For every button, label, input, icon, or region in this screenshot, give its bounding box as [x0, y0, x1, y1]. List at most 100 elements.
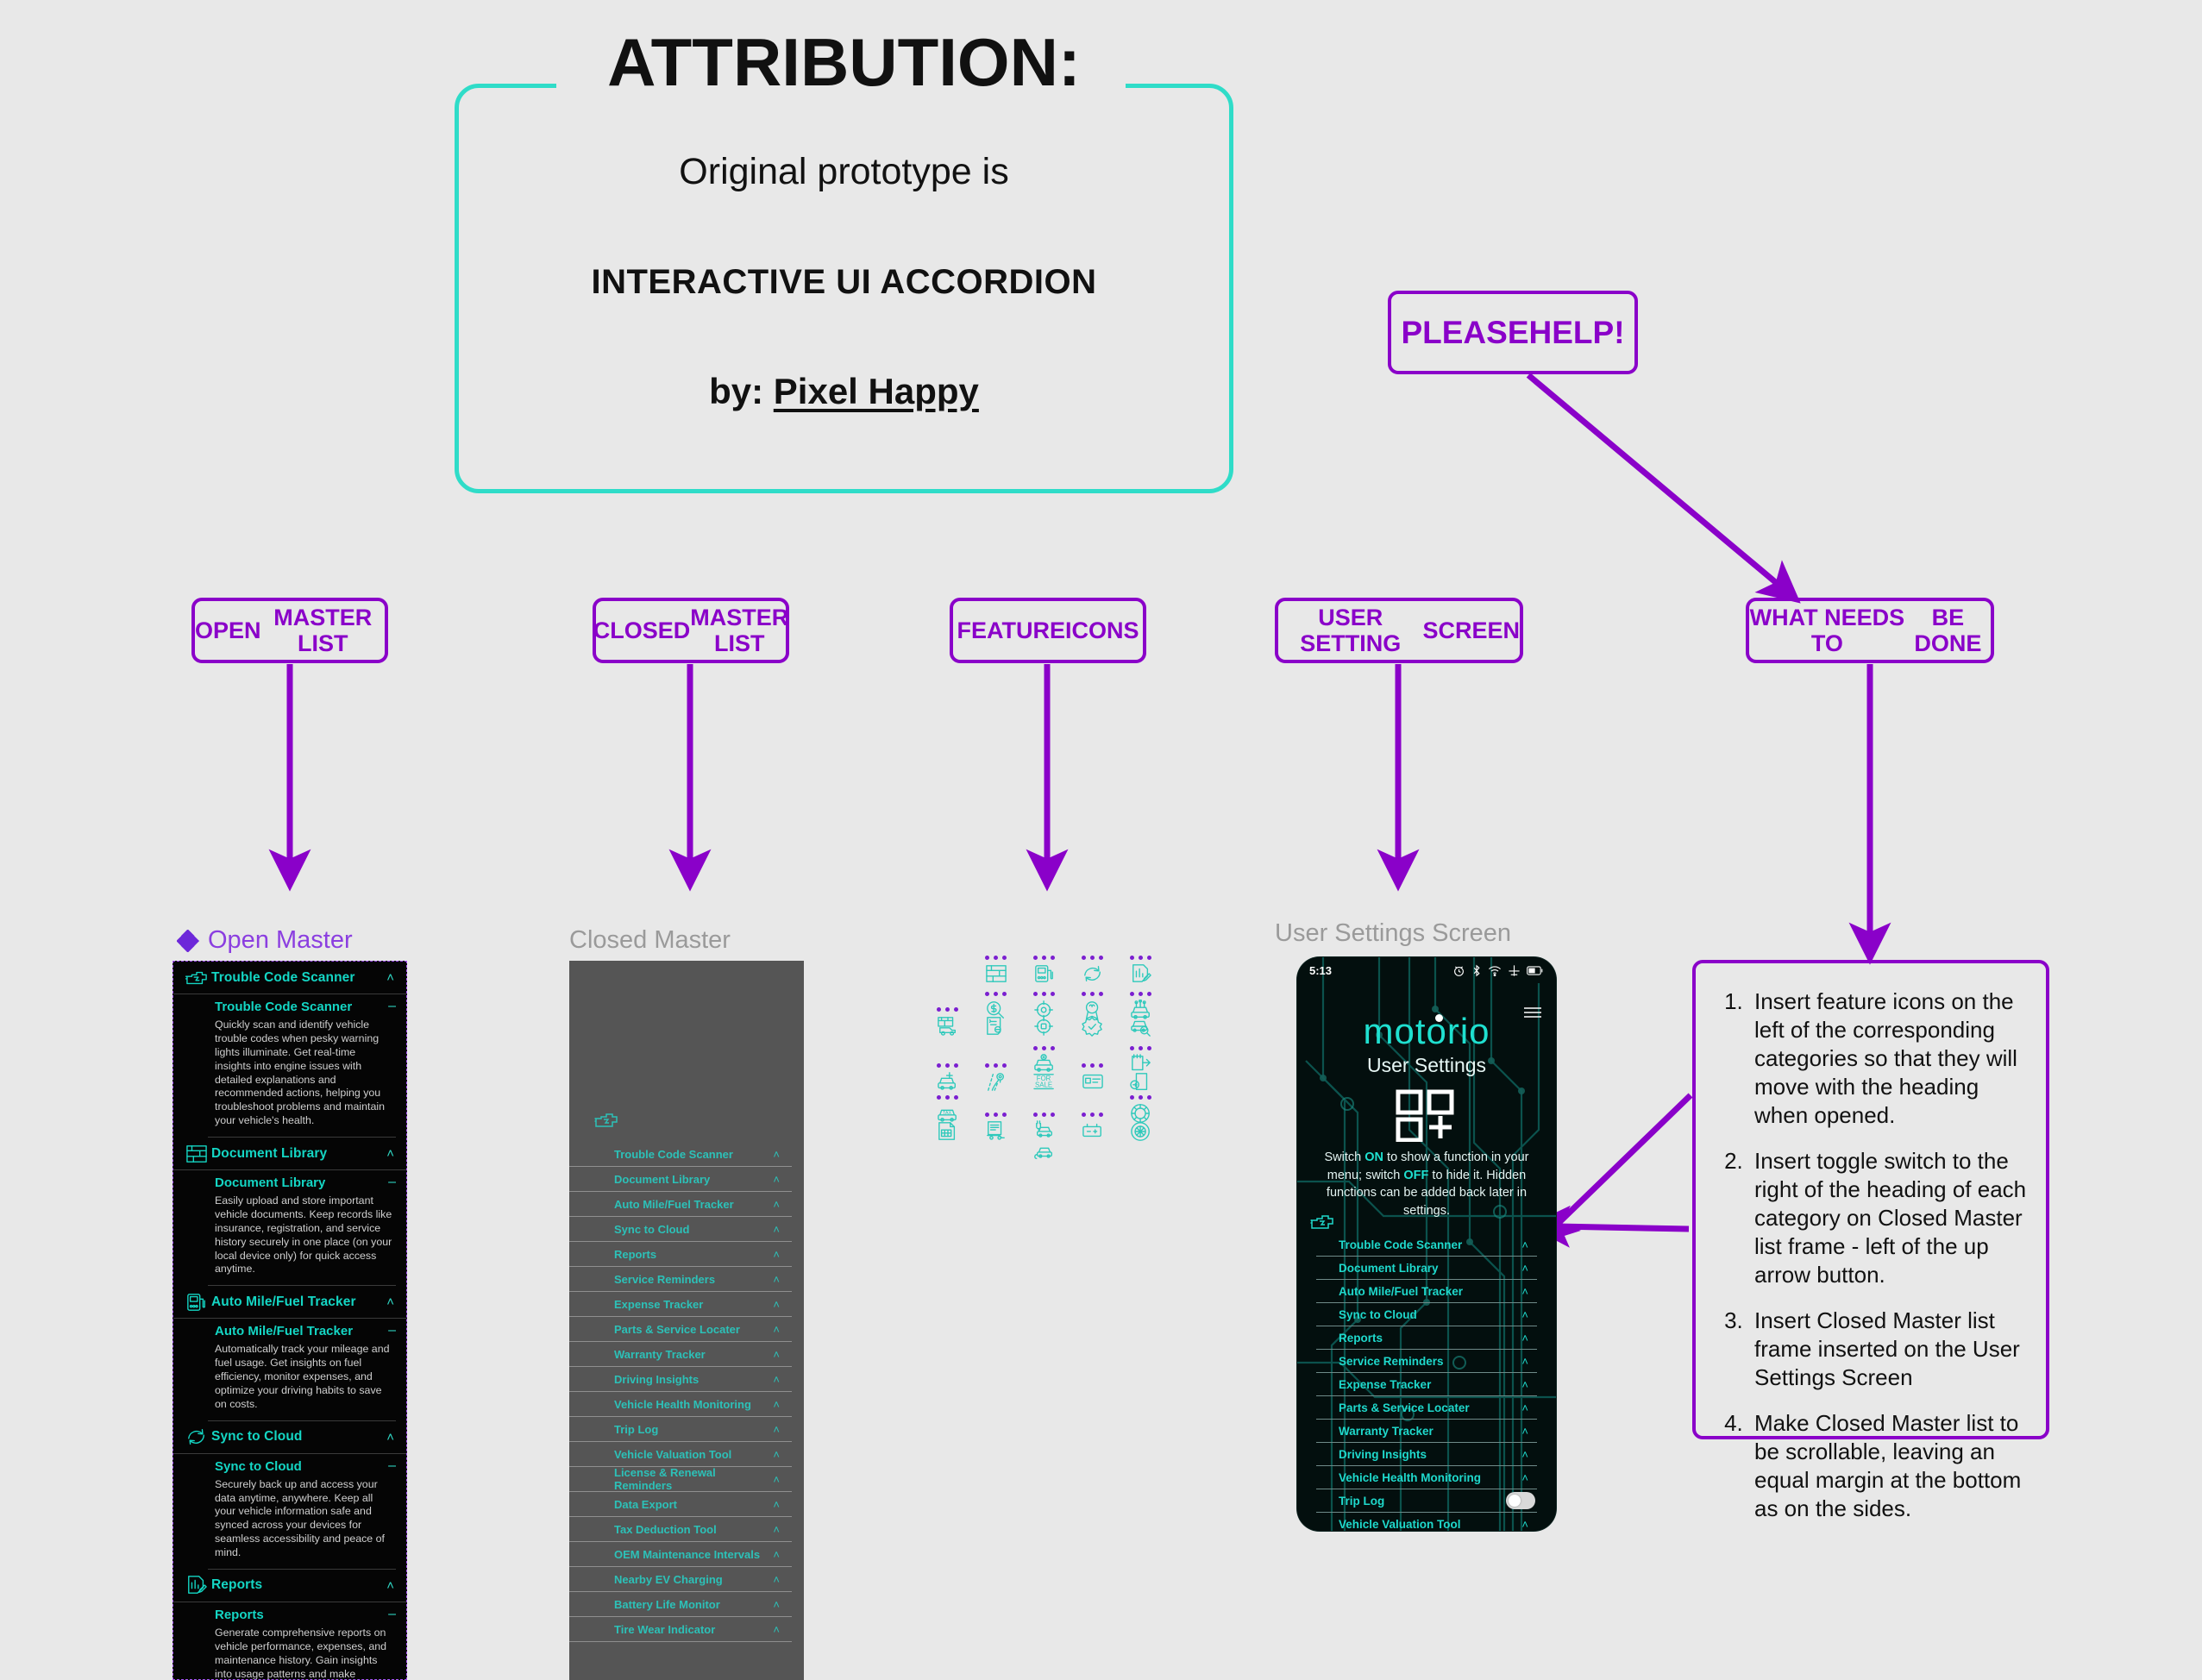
- phone-settings-row[interactable]: Sync to Cloud ˄: [1316, 1303, 1537, 1326]
- open-master-header[interactable]: Document Library ˄: [173, 1138, 406, 1170]
- open-master-header[interactable]: Reports ˄: [173, 1570, 406, 1602]
- chevron-up-icon[interactable]: ˄: [773, 1449, 780, 1460]
- chevron-up-icon[interactable]: ˄: [1521, 1519, 1528, 1530]
- closed-master-row[interactable]: Driving Insights ˄: [569, 1367, 792, 1392]
- open-master-header[interactable]: Trouble Code Scanner ˄: [173, 962, 406, 994]
- chevron-up-icon[interactable]: ˄: [773, 1324, 780, 1335]
- closed-master-row[interactable]: Reports ˄: [569, 1242, 792, 1267]
- phone-settings-row[interactable]: Expense Tracker ˄: [1316, 1373, 1537, 1396]
- chevron-up-icon[interactable]: ˄: [773, 1149, 780, 1160]
- closed-master-row[interactable]: Parts & Service Locater ˄: [569, 1317, 792, 1342]
- chevron-up-icon[interactable]: ˄: [773, 1224, 780, 1235]
- minus-icon[interactable]: –: [388, 1607, 396, 1621]
- closed-master-row[interactable]: License & Renewal Reminders ˄: [569, 1466, 792, 1492]
- closed-master-row[interactable]: Warranty Tracker ˄: [569, 1342, 792, 1367]
- chevron-up-icon[interactable]: ˄: [773, 1349, 780, 1360]
- chevron-up-icon[interactable]: ˄: [773, 1374, 780, 1385]
- license-card-icon: [1082, 1063, 1104, 1096]
- closed-master-row-label: Nearby EV Charging: [614, 1572, 723, 1586]
- caption-closed-master: Closed Master: [569, 926, 731, 954]
- chevron-up-icon[interactable]: ˄: [386, 1295, 394, 1308]
- phone-settings-row[interactable]: Vehicle Valuation Tool ˄: [1316, 1513, 1537, 1531]
- phone-settings-row[interactable]: Driving Insights ˄: [1316, 1443, 1537, 1466]
- closed-master-row[interactable]: Vehicle Health Monitoring ˄: [569, 1392, 792, 1417]
- open-master-sub-title: Trouble Code Scanner: [215, 1000, 353, 1014]
- chevron-up-icon[interactable]: ˄: [386, 1431, 394, 1444]
- phone-settings-row[interactable]: Reports ˄: [1316, 1326, 1537, 1350]
- chevron-up-icon[interactable]: ˄: [1521, 1309, 1528, 1320]
- chevron-up-icon[interactable]: ˄: [386, 1147, 394, 1160]
- minus-icon[interactable]: –: [388, 1000, 396, 1013]
- open-master-body: Document Library – Easily upload and store…: [173, 1170, 406, 1285]
- closed-master-rows[interactable]: Trouble Code Scanner ˄ Document Library ˄ Au…: [569, 1142, 792, 1642]
- closed-master-row-label: Expense Tracker: [614, 1297, 704, 1311]
- chevron-up-icon[interactable]: ˄: [1521, 1472, 1528, 1483]
- closed-master-row[interactable]: Service Reminders ˄: [569, 1267, 792, 1292]
- chevron-up-icon[interactable]: ˄: [1521, 1402, 1528, 1414]
- minus-icon[interactable]: –: [388, 1324, 396, 1338]
- open-master-header[interactable]: Sync to Cloud ˄: [173, 1421, 406, 1454]
- chevron-up-icon[interactable]: ˄: [1521, 1239, 1528, 1251]
- chevron-up-icon[interactable]: ˄: [773, 1174, 780, 1185]
- chevron-up-icon[interactable]: ˄: [1521, 1286, 1528, 1297]
- chevron-up-icon[interactable]: ˄: [773, 1599, 780, 1610]
- closed-master-row[interactable]: Expense Tracker ˄: [569, 1292, 792, 1317]
- closed-master-list-panel[interactable]: Trouble Code Scanner ˄ Document Library ˄ Au…: [569, 961, 804, 1680]
- open-master-list-panel[interactable]: Trouble Code Scanner ˄ Trouble Code Scanne…: [173, 961, 407, 1680]
- chevron-up-icon[interactable]: ˄: [773, 1299, 780, 1310]
- toggle-switch[interactable]: [1506, 1492, 1535, 1509]
- minus-icon[interactable]: –: [388, 1175, 396, 1189]
- closed-master-row[interactable]: Sync to Cloud ˄: [569, 1217, 792, 1242]
- chevron-up-icon[interactable]: ˄: [773, 1524, 780, 1535]
- chevron-up-icon[interactable]: ˄: [773, 1274, 780, 1285]
- battery-icon: [1082, 1113, 1104, 1145]
- chevron-up-icon[interactable]: ˄: [773, 1424, 780, 1435]
- document-arrow-icon: [1130, 1072, 1152, 1097]
- closed-master-row[interactable]: Battery Life Monitor ˄: [569, 1592, 792, 1617]
- chevron-up-icon[interactable]: ˄: [773, 1499, 780, 1510]
- chevron-up-icon[interactable]: ˄: [773, 1399, 780, 1410]
- phone-settings-row[interactable]: Trouble Code Scanner ˄: [1316, 1233, 1537, 1257]
- phone-instruction-text: Switch ON to show a function in your men…: [1314, 1149, 1539, 1219]
- chevron-up-icon[interactable]: ˄: [1521, 1356, 1528, 1367]
- chevron-up-icon[interactable]: ˄: [773, 1549, 780, 1560]
- closed-master-row[interactable]: Tax Deduction Tool ˄: [569, 1517, 792, 1542]
- phone-settings-row[interactable]: Auto Mile/Fuel Tracker ˄: [1316, 1280, 1537, 1303]
- chevron-up-icon[interactable]: ˄: [1521, 1332, 1528, 1344]
- attribution-subtitle-2: INTERACTIVE UI ACCORDION: [591, 263, 1097, 301]
- closed-master-row[interactable]: Data Export ˄: [569, 1492, 792, 1517]
- phone-settings-row[interactable]: Parts & Service Locater ˄: [1316, 1396, 1537, 1420]
- chevron-up-icon[interactable]: ˄: [773, 1249, 780, 1260]
- phone-settings-row[interactable]: Vehicle Health Monitoring ˄: [1316, 1466, 1537, 1489]
- label-user-setting-screen: USER SETTING SCREEN: [1275, 598, 1523, 663]
- chevron-up-icon[interactable]: ˄: [773, 1199, 780, 1210]
- phone-settings-list[interactable]: Trouble Code Scanner ˄ Document Library ˄ Au…: [1316, 1233, 1537, 1531]
- chevron-up-icon[interactable]: ˄: [773, 1574, 780, 1585]
- phone-settings-row-label: Parts & Service Locater: [1339, 1401, 1470, 1414]
- chevron-up-icon[interactable]: ˄: [1521, 1426, 1528, 1437]
- phone-settings-row[interactable]: Warranty Tracker ˄: [1316, 1420, 1537, 1443]
- phone-settings-row[interactable]: Trip Log˄: [1316, 1489, 1537, 1513]
- phone-settings-row[interactable]: Document Library ˄: [1316, 1257, 1537, 1280]
- tire-tread-icon: [1130, 1121, 1152, 1146]
- closed-master-row[interactable]: Trip Log ˄: [569, 1417, 792, 1442]
- open-master-header[interactable]: Auto Mile/Fuel Tracker ˄: [173, 1286, 406, 1320]
- closed-master-row[interactable]: Document Library ˄: [569, 1167, 792, 1192]
- closed-master-row[interactable]: Tire Wear Indicator ˄: [569, 1617, 792, 1642]
- minus-icon[interactable]: –: [388, 1458, 396, 1473]
- closed-master-row[interactable]: OEM Maintenance Intervals ˄: [569, 1542, 792, 1567]
- chevron-up-icon[interactable]: ˄: [386, 1579, 394, 1592]
- chevron-up-icon[interactable]: ˄: [1521, 1263, 1528, 1274]
- chevron-up-icon[interactable]: ˄: [773, 1474, 780, 1485]
- chevron-up-icon[interactable]: ˄: [1521, 1449, 1528, 1460]
- chevron-up-icon[interactable]: ˄: [773, 1624, 780, 1635]
- closed-master-row[interactable]: Trouble Code Scanner ˄: [569, 1142, 792, 1167]
- closed-master-row[interactable]: Vehicle Valuation Tool ˄: [569, 1442, 792, 1467]
- closed-master-row[interactable]: Nearby EV Charging ˄: [569, 1567, 792, 1592]
- locator-target-filled-icon: [1033, 1016, 1056, 1041]
- phone-settings-row[interactable]: Service Reminders ˄: [1316, 1350, 1537, 1373]
- chevron-up-icon[interactable]: ˄: [386, 971, 394, 984]
- closed-master-row[interactable]: Auto Mile/Fuel Tracker ˄: [569, 1192, 792, 1217]
- chevron-up-icon[interactable]: ˄: [1521, 1379, 1528, 1390]
- user-settings-phone-mockup[interactable]: 5:13 motorio User Settings Switch ON to …: [1297, 957, 1556, 1531]
